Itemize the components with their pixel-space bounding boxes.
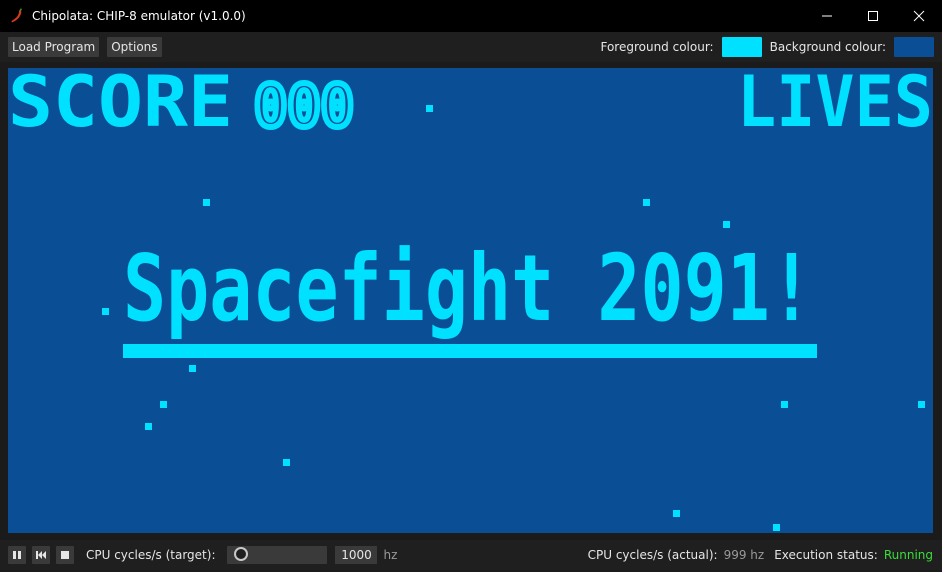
- star: [426, 105, 433, 112]
- cpu-target-unit: hz: [383, 548, 398, 562]
- status-bar: CPU cycles/s (target): 1000 hz CPU cycle…: [0, 540, 942, 570]
- title-underline: [123, 344, 817, 358]
- display-canvas: SCORE 000 LIVES Spacefight 2091!: [8, 68, 933, 531]
- score-value: 000: [254, 72, 354, 140]
- menu-bar: Load Program Options Foreground colour: …: [0, 32, 942, 62]
- window-title: Chipolata: CHIP-8 emulator (v1.0.0): [32, 9, 246, 23]
- cpu-target-label: CPU cycles/s (target):: [86, 548, 216, 562]
- foreground-colour-swatch[interactable]: [721, 37, 762, 57]
- chili-icon: [11, 8, 22, 23]
- star: [189, 365, 196, 372]
- exec-status-value: Running: [883, 548, 933, 562]
- maximize-icon: [868, 11, 878, 21]
- load-program-button[interactable]: Load Program: [8, 37, 100, 57]
- star: [673, 510, 680, 517]
- restart-button[interactable]: [32, 546, 50, 564]
- pause-button[interactable]: [8, 546, 26, 564]
- emulator-display: SCORE 000 LIVES Spacefight 2091!: [8, 68, 933, 533]
- star: [723, 221, 730, 228]
- lives-label: LIVES: [737, 68, 933, 143]
- star: [918, 401, 925, 408]
- close-icon: [913, 10, 925, 22]
- exec-status-label: Execution status:: [774, 548, 878, 562]
- star: [773, 524, 780, 531]
- options-button[interactable]: Options: [107, 37, 162, 57]
- star: [643, 199, 650, 206]
- star: [781, 401, 788, 408]
- close-button[interactable]: [896, 0, 942, 32]
- cpu-actual-value: 999 hz: [723, 548, 765, 562]
- star: [145, 423, 152, 430]
- stop-icon: [61, 551, 69, 559]
- slider-knob[interactable]: [234, 547, 249, 561]
- background-colour-label: Background colour:: [769, 40, 886, 54]
- title-bar: Chipolata: CHIP-8 emulator (v1.0.0): [0, 0, 942, 32]
- restart-icon: [36, 551, 46, 559]
- stop-button[interactable]: [56, 546, 74, 564]
- minimize-button[interactable]: [804, 0, 850, 32]
- foreground-colour-label: Foreground colour:: [600, 40, 714, 54]
- star: [102, 308, 109, 315]
- star: [283, 459, 290, 466]
- background-colour-swatch[interactable]: [894, 37, 934, 57]
- cpu-actual-label: CPU cycles/s (actual):: [587, 548, 718, 562]
- pause-icon: [13, 551, 21, 559]
- game-title: Spacefight 2091!: [123, 235, 813, 342]
- maximize-button[interactable]: [850, 0, 896, 32]
- star: [160, 401, 167, 408]
- cpu-target-input[interactable]: 1000: [335, 546, 378, 564]
- minimize-icon: [822, 15, 832, 17]
- cpu-target-slider[interactable]: [227, 546, 328, 564]
- star: [203, 199, 210, 206]
- score-label: SCORE: [8, 68, 233, 143]
